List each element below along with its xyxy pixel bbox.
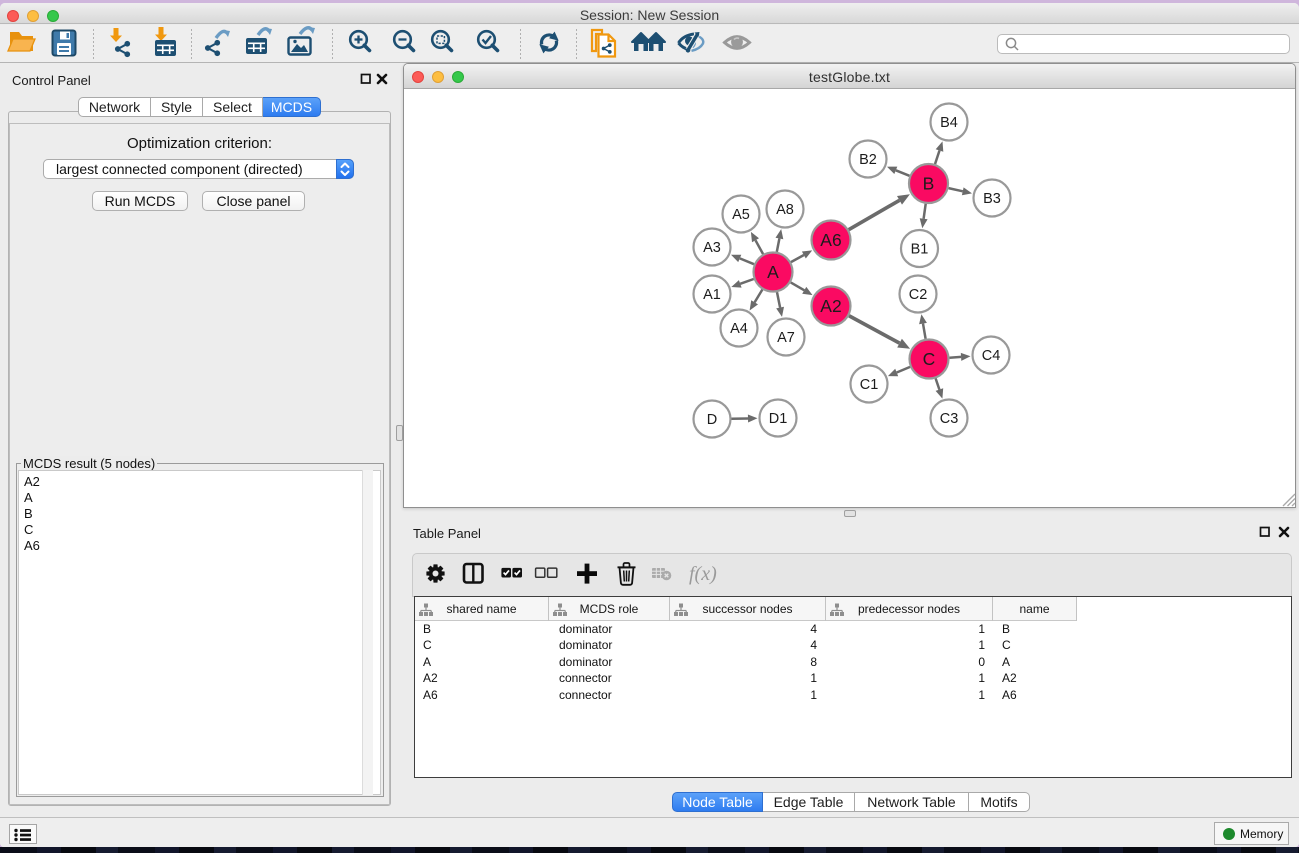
svg-text:C: C <box>923 349 936 369</box>
svg-text:B4: B4 <box>940 115 958 131</box>
svg-text:D: D <box>707 412 717 428</box>
svg-text:A3: A3 <box>703 240 721 256</box>
svg-text:C2: C2 <box>909 287 928 303</box>
svg-text:B: B <box>923 174 935 194</box>
svg-text:A6: A6 <box>820 230 841 250</box>
svg-text:A8: A8 <box>776 202 794 218</box>
svg-text:C4: C4 <box>982 348 1001 364</box>
svg-text:f(x): f(x) <box>689 563 717 585</box>
svg-text:A7: A7 <box>777 330 795 346</box>
svg-text:A4: A4 <box>730 321 748 337</box>
svg-text:A2: A2 <box>820 296 841 316</box>
svg-text:C1: C1 <box>860 377 879 393</box>
svg-text:B2: B2 <box>859 152 877 168</box>
svg-text:A1: A1 <box>703 287 721 303</box>
svg-text:D1: D1 <box>769 411 788 427</box>
svg-text:B1: B1 <box>911 242 929 258</box>
svg-text:A5: A5 <box>732 207 750 223</box>
svg-text:C3: C3 <box>940 411 959 427</box>
svg-text:B3: B3 <box>983 191 1001 207</box>
svg-text:A: A <box>767 262 779 282</box>
